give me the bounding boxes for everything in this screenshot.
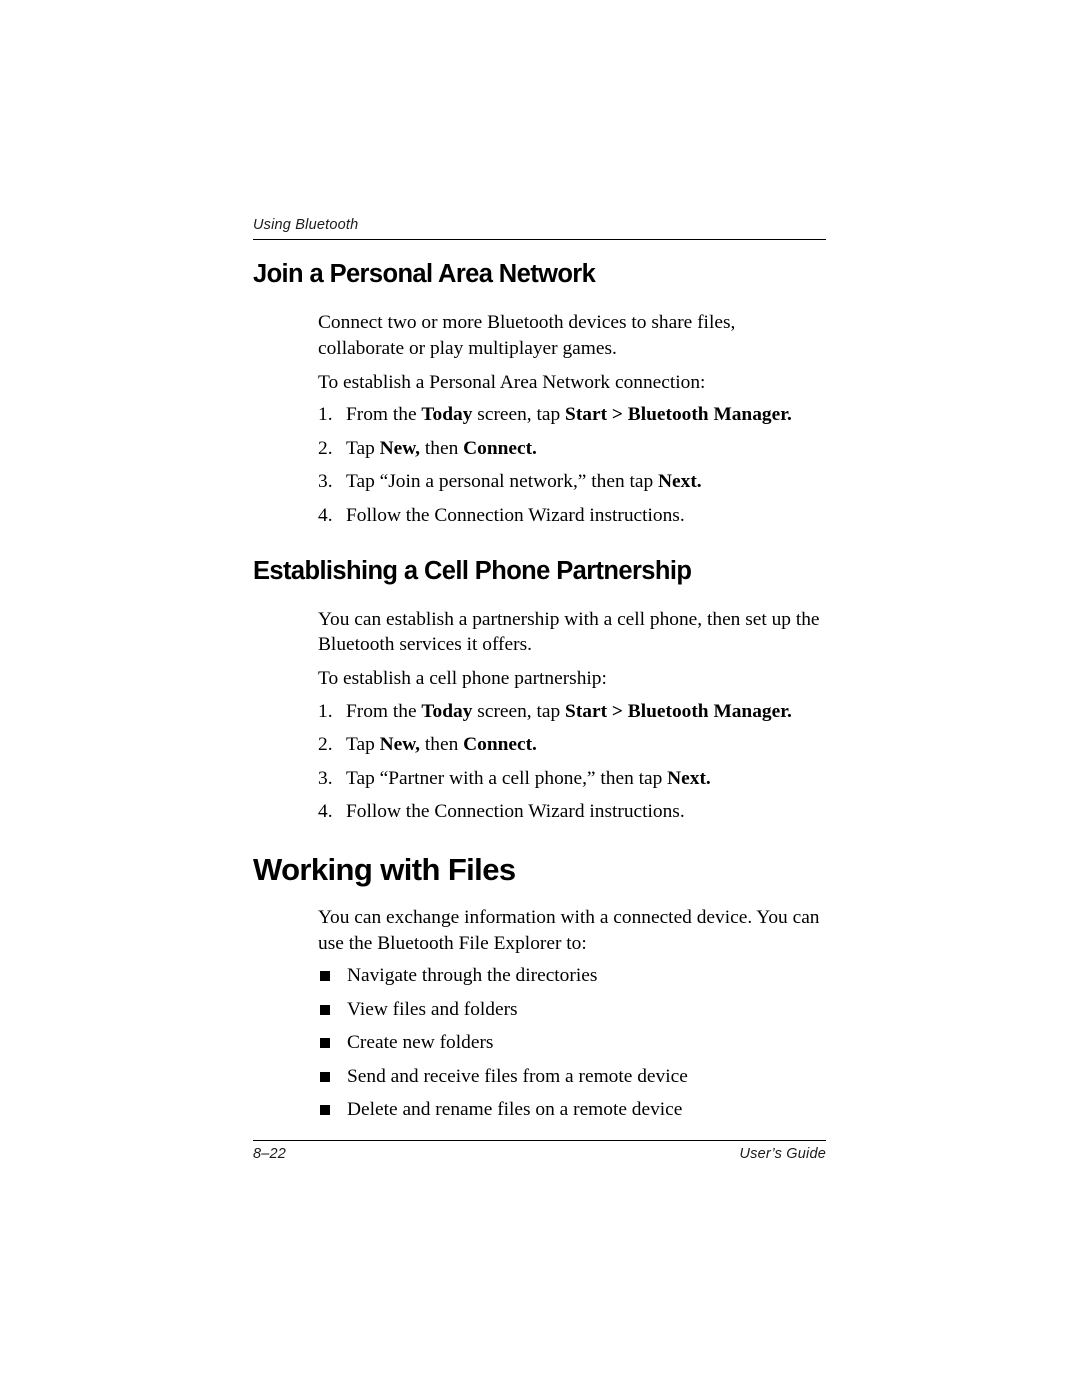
step-text-plain: Tap “Partner with a cell phone,” then ta… (346, 767, 668, 789)
step-list-item: 1. From the Today screen, tap Start > Blu… (318, 699, 826, 724)
body-paragraph: You can establish a partnership with a c… (318, 608, 820, 656)
bullet-list-item: Navigate through the directories (320, 963, 828, 988)
square-bullet-icon (320, 1038, 330, 1048)
step-list-item: 1. From the Today screen, tap Start > Blu… (318, 402, 826, 427)
bullet-list-item: Create new folders (320, 1030, 828, 1055)
step-text-emphasis: Start > Bluetooth Manager. (565, 700, 792, 722)
bullet-text: Create new folders (347, 1032, 494, 1053)
vertical-spacer (0, 361, 1080, 370)
step-text-emphasis: Today (421, 700, 473, 722)
bullet-text: Send and receive files from a remote dev… (347, 1065, 688, 1087)
step-list-item: 2. Tap New, then Connect. (318, 732, 826, 757)
step-text: Tap “Join a personal network,” then tap … (346, 471, 702, 492)
step-text-plain: Tap (346, 437, 380, 459)
body-paragraph: To establish a Personal Area Network con… (318, 371, 706, 393)
step-number: 2. (318, 734, 333, 755)
body-paragraph: You can exchange information with a conn… (318, 907, 820, 954)
footer-page-number: 8–22 (253, 1146, 287, 1162)
page-content: Join a Personal Area Network Connect two … (0, 258, 1080, 1122)
step-text-plain: Follow the Connection Wizard instruction… (346, 504, 685, 526)
step-number: 3. (318, 767, 333, 789)
step-text-plain: then (420, 437, 464, 459)
step-text: From the Today screen, tap Start > Bluet… (346, 404, 792, 425)
numbered-step-list: 1. From the Today screen, tap Start > Blu… (318, 699, 826, 825)
step-text-plain: From the (346, 404, 422, 425)
step-text: From the Today screen, tap Start > Bluet… (346, 701, 792, 722)
step-list-item: 3. Tap “Join a personal network,” then ta… (318, 469, 826, 494)
step-number: 2. (318, 437, 333, 459)
step-text: Follow the Connection Wizard instruction… (346, 801, 685, 822)
step-text-emphasis: Connect. (463, 734, 537, 755)
step-text: Tap New, then Connect. (346, 438, 537, 459)
step-text-emphasis: Today (421, 404, 473, 425)
square-bullet-icon (320, 1004, 330, 1015)
step-list-item: 3. Tap “Partner with a cell phone,” then … (318, 766, 826, 791)
vertical-spacer (0, 658, 1080, 667)
step-text-plain: Follow the Connection Wizard instruction… (346, 801, 685, 822)
running-header-text: Using Bluetooth (253, 217, 359, 233)
bullet-list-item: Send and receive files from a remote dev… (320, 1064, 828, 1089)
step-text-plain: then (420, 734, 464, 755)
step-text-plain: Tap “Join a personal network,” then tap (346, 471, 659, 492)
step-number: 4. (318, 801, 333, 822)
step-number: 1. (318, 700, 333, 722)
bullet-list-item: View files and folders (320, 997, 828, 1022)
step-text: Tap New, then Connect. (346, 734, 537, 755)
step-text-plain: Tap (346, 734, 380, 755)
body-paragraph: Connect two or more Bluetooth devices to… (318, 312, 736, 359)
square-bullet-icon (320, 971, 330, 981)
step-number: 1. (318, 404, 333, 425)
bullet-list: Navigate through the directories View fil… (320, 963, 828, 1122)
vertical-spacer (0, 956, 1080, 963)
section-heading-join-a-personal-area-network: Join a Personal Area Network (253, 260, 596, 288)
bullet-text: View files and folders (347, 998, 518, 1020)
step-text: Tap “Partner with a cell phone,” then ta… (346, 768, 711, 789)
square-bullet-icon (320, 1071, 330, 1082)
step-text-emphasis: New, (379, 437, 421, 459)
footer-doc-label: User’s Guide (739, 1146, 826, 1162)
vertical-spacer (0, 290, 1080, 310)
bullet-text: Navigate through the directories (347, 965, 598, 986)
footer-divider (253, 1140, 826, 1141)
vertical-spacer (0, 395, 1080, 402)
numbered-step-list: 1. From the Today screen, tap Start > Blu… (318, 402, 826, 528)
step-number: 3. (318, 471, 333, 492)
bullet-text: Delete and rename files on a remote devi… (347, 1099, 683, 1120)
vertical-spacer (0, 824, 1080, 851)
page-footer: 8–22 User’s Guide (253, 1146, 826, 1162)
step-list-item: 4. Follow the Connection Wizard instructi… (318, 503, 826, 528)
document-page: Using Bluetooth Join a Personal Area Net… (0, 0, 1080, 1397)
square-bullet-icon (320, 1105, 330, 1115)
step-text-emphasis: New, (379, 734, 421, 755)
vertical-spacer (0, 692, 1080, 699)
bullet-list-item: Delete and rename files on a remote devi… (320, 1097, 828, 1122)
step-list-item: 4. Follow the Connection Wizard instructi… (318, 799, 826, 824)
header-divider (253, 239, 826, 240)
step-text-emphasis: Next. (658, 471, 702, 492)
step-text-plain: screen, tap (472, 700, 566, 722)
step-text-emphasis: Next. (667, 767, 711, 789)
step-text: Follow the Connection Wizard instruction… (346, 505, 685, 526)
step-text-emphasis: Connect. (463, 437, 537, 459)
step-text-plain: screen, tap (472, 404, 566, 425)
section-heading-working-with-files: Working with Files (253, 852, 516, 887)
vertical-spacer (0, 528, 1080, 555)
section-heading-establishing-a-cell-phone-partnership: Establishing a Cell Phone Partnership (253, 556, 692, 585)
step-list-item: 2. Tap New, then Connect. (318, 436, 826, 461)
vertical-spacer (0, 587, 1080, 607)
step-text-plain: From the (346, 700, 422, 722)
vertical-spacer (0, 889, 1080, 905)
body-paragraph: To establish a cell phone partnership: (318, 668, 607, 689)
step-number: 4. (318, 504, 333, 526)
running-header: Using Bluetooth (253, 216, 826, 234)
step-text-emphasis: Start > Bluetooth Manager. (565, 404, 792, 425)
